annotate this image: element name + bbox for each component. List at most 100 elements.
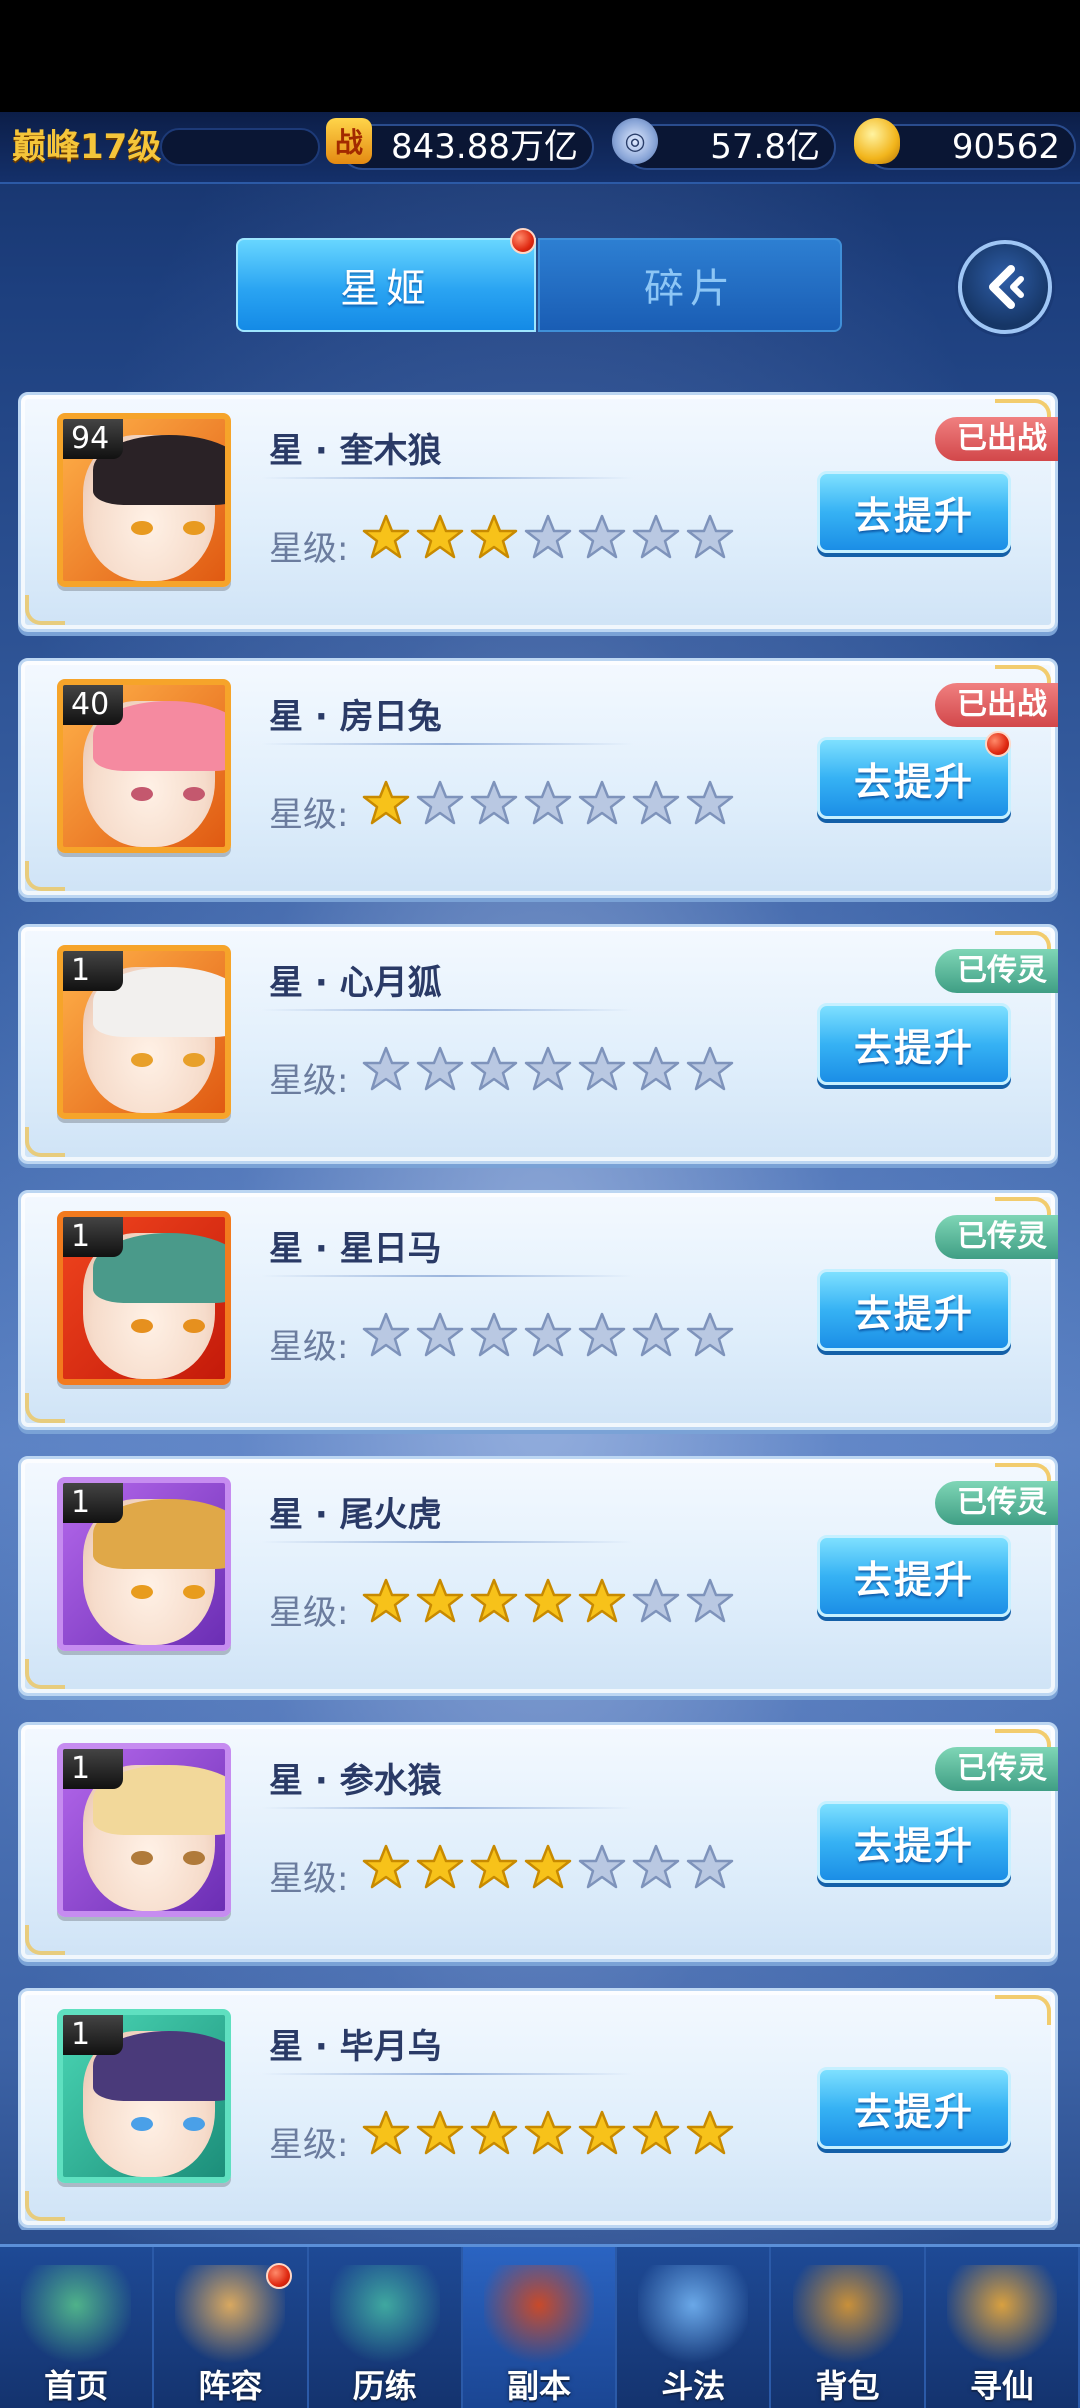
back-arrow-icon [989,265,1024,309]
star-empty-icon [686,780,734,825]
tab-star-maidens[interactable]: 星姬 [236,238,536,332]
app-root: 巅峰17级 843.88万亿 战 57.8亿 ◎ 90562 星姬 碎片 94 … [0,0,1080,2408]
character-portrait[interactable]: 40 [57,679,231,853]
star-empty-icon [470,780,518,825]
upgrade-button[interactable]: 去提升 [817,1535,1011,1617]
star-filled-icon [362,1844,410,1889]
status-badge: 已出战 [935,683,1058,727]
portrait-eye [131,1053,153,1067]
portrait-eye [183,787,205,801]
corner-ornament [25,861,65,891]
star-empty-icon [470,1046,518,1091]
rank-label: 巅峰17级 [12,127,162,167]
portrait-eye [131,2117,153,2131]
character-card[interactable]: 1 星 · 心月狐 星级: 去提升 已传灵 [18,924,1058,1164]
status-badge: 已传灵 [935,1481,1058,1525]
nav-label: 历练 [352,2367,417,2405]
star-rating [361,1843,735,1893]
status-badge: 已出战 [935,417,1058,461]
portrait-eye [183,1053,205,1067]
back-button[interactable] [958,240,1052,334]
star-level-label: 星级: [269,2125,349,2165]
nav-notification-dot [266,2263,293,2289]
star-empty-icon [362,1046,410,1091]
star-filled-icon [686,2110,734,2155]
character-portrait[interactable]: 1 [57,945,231,1119]
character-name: 星 · 奎木狼 [269,431,442,471]
upgrade-button[interactable]: 去提升 [817,1003,1011,1085]
upgrade-button[interactable]: 去提升 [817,2067,1011,2149]
character-card[interactable]: 1 星 · 尾火虎 星级: 去提升 已传灵 [18,1456,1058,1696]
star-rating [361,1045,735,1095]
star-empty-icon [416,1312,464,1357]
portrait-eye [183,1851,205,1865]
nav-label: 寻仙 [969,2367,1034,2405]
home-icon [21,2265,132,2365]
character-card[interactable]: 1 星 · 星日马 星级: 去提升 已传灵 [18,1190,1058,1430]
character-list[interactable]: 94 星 · 奎木狼 星级: 去提升 已出战 40 星 · 房日兔 星级: 去提… [18,392,1058,2230]
star-filled-icon [416,1578,464,1623]
character-portrait[interactable]: 94 [57,413,231,587]
nav-item[interactable]: 背包 [771,2247,926,2408]
character-portrait[interactable]: 1 [57,2009,231,2183]
star-filled-icon [578,2110,626,2155]
star-filled-icon [470,1578,518,1623]
star-level-label: 星级: [269,795,349,835]
character-card[interactable]: 94 星 · 奎木狼 星级: 去提升 已出战 [18,392,1058,632]
character-name: 星 · 毕月乌 [269,2027,442,2067]
tab-fragments[interactable]: 碎片 [538,238,842,332]
upgrade-button[interactable]: 去提升 [817,471,1011,553]
nav-item[interactable]: 首页 [0,2247,155,2408]
star-filled-icon [524,1844,572,1889]
nav-item[interactable]: 斗法 [617,2247,772,2408]
status-badge: 已传灵 [935,949,1058,993]
character-portrait[interactable]: 1 [57,1477,231,1651]
name-divider [261,743,633,745]
coins-value: 57.8亿 [710,127,820,167]
star-empty-icon [632,1312,680,1357]
name-divider [261,1807,633,1809]
tab-notification-dot [510,228,536,254]
character-card[interactable]: 1 星 · 毕月乌 星级: 去提升 [18,1988,1058,2228]
portrait-eye [131,1319,153,1333]
star-filled-icon [362,2110,410,2155]
star-filled-icon [362,780,410,825]
star-empty-icon [578,514,626,559]
nav-item[interactable]: 历练 [309,2247,463,2408]
name-divider [261,1275,633,1277]
character-card[interactable]: 40 星 · 房日兔 星级: 去提升 已出战 [18,658,1058,898]
character-portrait[interactable]: 1 [57,1211,231,1385]
star-level-label: 星级: [269,529,349,569]
star-filled-icon [632,2110,680,2155]
upgrade-button[interactable]: 去提升 [817,1801,1011,1883]
dungeon-icon [483,2265,594,2365]
portrait-eye [183,1319,205,1333]
scroll-icon [946,2265,1057,2365]
corner-ornament [25,1659,65,1689]
bag-icon [792,2265,903,2365]
star-empty-icon [686,514,734,559]
corner-ornament [25,1127,65,1157]
star-filled-icon [362,514,410,559]
star-empty-icon [686,1844,734,1889]
character-card[interactable]: 1 星 · 参水猿 星级: 去提升 已传灵 [18,1722,1058,1962]
battle-power-pill: 843.88万亿 [340,124,594,170]
ingot-icon [854,118,900,164]
upgrade-button[interactable]: 去提升 [817,1269,1011,1351]
nav-item[interactable]: 寻仙 [926,2247,1080,2408]
nav-item[interactable]: 阵容 [154,2247,309,2408]
star-empty-icon [632,780,680,825]
star-empty-icon [632,1578,680,1623]
star-empty-icon [686,1046,734,1091]
star-rating [361,2109,735,2159]
star-level-label: 星级: [269,1859,349,1899]
character-portrait[interactable]: 1 [57,1743,231,1917]
star-empty-icon [362,1312,410,1357]
name-divider [261,2073,633,2075]
corner-ornament [25,1925,65,1955]
nav-item[interactable]: 副本 [462,2247,618,2408]
star-filled-icon [416,2110,464,2155]
character-level: 94 [63,419,123,459]
character-name: 星 · 尾火虎 [269,1495,442,1535]
upgrade-button[interactable]: 去提升 [817,737,1011,819]
